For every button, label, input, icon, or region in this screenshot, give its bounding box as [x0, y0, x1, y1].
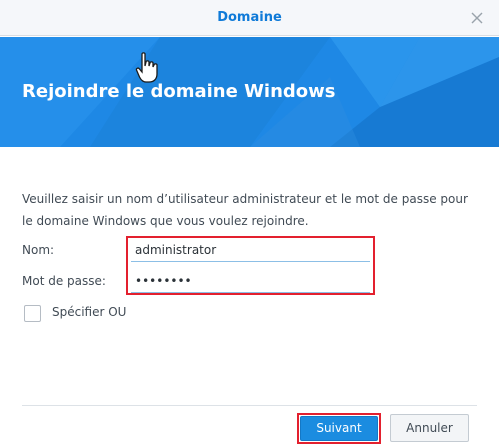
close-icon[interactable]: [469, 10, 485, 26]
hand-cursor-icon: [135, 51, 161, 85]
dialog-titlebar: Domaine: [0, 0, 499, 36]
banner-heading: Rejoindre le domaine Windows: [22, 81, 336, 102]
instructions-text: Veuillez saisir un nom d’utilisateur adm…: [22, 192, 468, 228]
dialog-title: Domaine: [217, 10, 282, 25]
next-button[interactable]: Suivant: [300, 416, 378, 441]
specify-ou-checkbox[interactable]: [24, 305, 41, 322]
cancel-button[interactable]: Annuler: [390, 414, 469, 442]
header-banner: Rejoindre le domaine Windows: [0, 37, 499, 147]
password-label: Mot de passe:: [22, 274, 106, 288]
specify-ou-label[interactable]: Spécifier OU: [52, 305, 126, 319]
password-input[interactable]: [135, 270, 370, 292]
footer-divider: [22, 405, 477, 406]
name-label: Nom:: [22, 243, 55, 257]
name-field[interactable]: [131, 238, 370, 262]
password-field[interactable]: [131, 269, 370, 293]
name-input[interactable]: [135, 239, 370, 261]
